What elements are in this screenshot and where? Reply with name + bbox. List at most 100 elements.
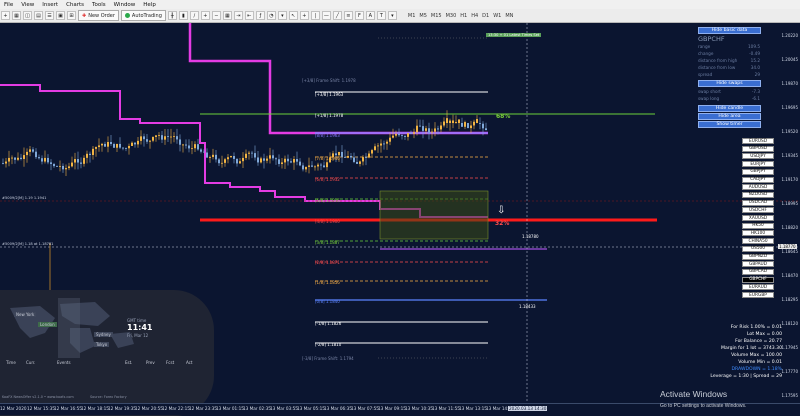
hide-area-button[interactable]: Hide area — [698, 113, 761, 120]
candle-body — [161, 135, 163, 140]
info-spread-value: 29 — [754, 72, 760, 77]
symbol-button-audusd[interactable]: AUDUSD — [742, 184, 774, 191]
line-chart-icon[interactable]: ∕ — [189, 11, 199, 20]
fibonacci-icon[interactable]: F — [354, 11, 364, 20]
symbol-button-gbpnzd[interactable]: GBPNZD — [742, 253, 774, 260]
candle-body — [257, 157, 259, 163]
horizontal-line-icon[interactable]: — — [321, 11, 331, 20]
zoom-out-icon[interactable]: − — [211, 11, 221, 20]
candle-body — [137, 140, 139, 145]
hide-swaps-button[interactable]: Hide swaps — [698, 80, 761, 87]
candle-body — [2, 163, 4, 164]
risk-line-6: Volume Min = 0.01 — [738, 360, 782, 365]
market-watch-icon[interactable]: ◫ — [23, 11, 32, 20]
timeframe-h1[interactable]: H1 — [458, 13, 469, 19]
menu-tools[interactable]: Tools — [88, 2, 110, 8]
symbol-button-usdchf[interactable]: USDCHF — [742, 207, 774, 214]
symbol-button-china50[interactable]: CHINA50 — [742, 238, 774, 245]
symbol-button-gbpcad[interactable]: GBPCAD — [742, 268, 774, 275]
trendline-icon[interactable]: ╱ — [332, 11, 342, 20]
menu-charts[interactable]: Charts — [62, 2, 88, 8]
timeframe-m5[interactable]: M5 — [417, 13, 429, 19]
candle-body — [80, 162, 82, 164]
symbol-button-gbpaud[interactable]: GBPAUD — [742, 261, 774, 268]
autoscroll-icon[interactable]: ⇥ — [233, 11, 243, 20]
cursor-icon[interactable]: ↖ — [288, 11, 298, 20]
candle-body — [194, 144, 196, 149]
new-order-icon: ✚ — [82, 12, 87, 19]
symbol-button-nzdusd[interactable]: NZDUSD — [742, 191, 774, 198]
templates-icon[interactable]: ▾ — [277, 11, 287, 20]
candle-body — [77, 159, 79, 163]
text-icon[interactable]: A — [365, 11, 375, 20]
symbol-button-eurjpy[interactable]: EURJPY — [742, 161, 774, 168]
symbol-button-gbpusd[interactable]: GBPUSD — [742, 145, 774, 152]
symbol-button-hk50[interactable]: HK50 — [742, 222, 774, 229]
info-spread: spread 29 — [698, 72, 760, 77]
new-chart-icon[interactable]: + — [1, 11, 10, 20]
chart-area[interactable]: ⇩ [+3/8] Frame Shift: 1.1978 [+3/8] 1.19… — [0, 23, 800, 416]
level-label-minus1: [-1/8] 1.1826 — [315, 321, 342, 326]
hide-candle-button[interactable]: Hide candle — [698, 105, 761, 112]
symbol-button-euraud[interactable]: EURAUD — [742, 284, 774, 291]
shapes-icon[interactable]: ▾ — [387, 11, 397, 20]
hide-basic-data-button[interactable]: Hide basic data — [698, 27, 761, 34]
symbol-button-usdcad[interactable]: USDCAD — [742, 199, 774, 206]
candle-body — [266, 158, 268, 161]
bar-chart-icon[interactable]: ╫ — [167, 11, 177, 20]
candle-body — [362, 157, 364, 162]
time-axis-label: 12 Mar 15:35 — [27, 406, 55, 411]
terminal-icon[interactable]: ▣ — [56, 11, 65, 20]
symbol-button-hk100[interactable]: HK100 — [742, 230, 774, 237]
tile-icon[interactable]: ▦ — [222, 11, 232, 20]
show-timer-button[interactable]: Show timer — [698, 121, 761, 128]
tester-icon[interactable]: ⊞ — [67, 11, 76, 20]
crosshair-icon[interactable]: + — [299, 11, 309, 20]
symbol-button-cadjpy[interactable]: CADJPY — [742, 176, 774, 183]
candle-body — [413, 132, 415, 134]
vertical-line-icon[interactable]: | — [310, 11, 320, 20]
symbol-button-us500[interactable]: US500 — [742, 245, 774, 252]
timeframe-m1[interactable]: M1 — [406, 13, 418, 19]
symbol-button-gbpjpy[interactable]: GBPJPY — [742, 168, 774, 175]
symbol-button-usdjpy[interactable]: USDJPY — [742, 153, 774, 160]
symbol-button-gbpchf[interactable]: GBPCHF — [742, 276, 774, 283]
indicators-icon[interactable]: ƒ — [255, 11, 265, 20]
candle-body — [44, 157, 46, 162]
chart-shift-icon[interactable]: ⇤ — [244, 11, 254, 20]
menu-insert[interactable]: Insert — [38, 2, 62, 8]
timeframe-m30[interactable]: M30 — [444, 13, 459, 19]
risk-line-5: Volume Max = 100.00 — [731, 353, 782, 358]
autotrading-button[interactable]: AutoTrading — [120, 10, 166, 21]
symbol-button-xauusd[interactable]: XAUUSD — [742, 215, 774, 221]
candle-body — [350, 155, 352, 158]
candle-body — [254, 153, 256, 158]
symbol-button-eurusd[interactable]: EURUSD — [742, 138, 774, 144]
menu-file[interactable]: File — [0, 2, 17, 8]
channel-icon[interactable]: ≡ — [343, 11, 353, 20]
menu-window[interactable]: Window — [110, 2, 140, 8]
candle-chart-icon[interactable]: ▮ — [178, 11, 188, 20]
candle-body — [179, 139, 181, 145]
timeframe-d1[interactable]: D1 — [480, 13, 491, 19]
timeframe-m15[interactable]: M15 — [429, 13, 444, 19]
timeframe-h4[interactable]: H4 — [469, 13, 480, 19]
candle-body — [170, 136, 172, 138]
new-order-button[interactable]: ✚ New Order — [78, 10, 119, 21]
candle-body — [59, 165, 61, 167]
label-icon[interactable]: T — [376, 11, 386, 20]
menu-help[interactable]: Help — [139, 2, 160, 8]
candle-body — [437, 128, 439, 130]
zoom-in-icon[interactable]: + — [200, 11, 210, 20]
symbol-button-eurgbp[interactable]: EURGBP — [742, 292, 774, 298]
menu-view[interactable]: View — [17, 2, 38, 8]
timeframe-mn[interactable]: MN — [503, 13, 515, 19]
profiles-icon[interactable]: ▦ — [12, 11, 21, 20]
activate-windows-title: Activate Windows — [660, 389, 728, 399]
periods-icon[interactable]: ◔ — [266, 11, 276, 20]
copyright-text: KoaFX NewsOffer v2.1.0 • www.koafx.com — [2, 395, 74, 399]
candle-body — [335, 153, 337, 156]
data-window-icon[interactable]: ▤ — [34, 11, 43, 20]
navigator-icon[interactable]: ☰ — [45, 11, 54, 20]
timeframe-w1[interactable]: W1 — [491, 13, 503, 19]
